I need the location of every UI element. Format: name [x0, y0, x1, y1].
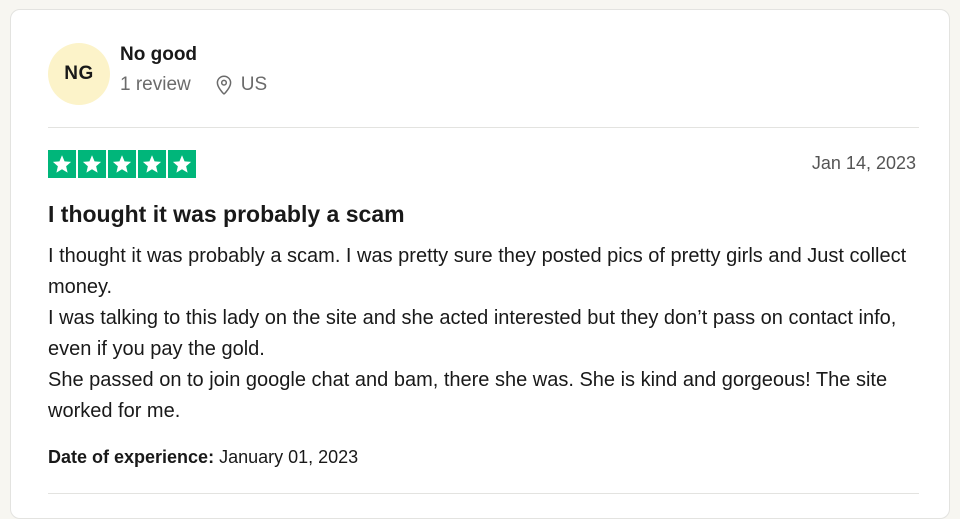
review-card: NG No good 1 review US Jan 14, 2023 I th…: [10, 9, 950, 519]
experience-date: January 01, 2023: [219, 447, 359, 467]
review-body: I thought it was probably a scam. I was …: [48, 241, 928, 427]
country-label: US: [240, 73, 268, 95]
reviewer-meta: 1 review US: [120, 74, 267, 96]
reviewer-header: NG No good 1 review US: [48, 43, 267, 105]
star-icon: [138, 150, 166, 178]
map-pin-icon: [215, 74, 233, 95]
experience-label: Date of experience:: [48, 447, 215, 467]
footer-divider: [48, 493, 919, 494]
review-title[interactable]: I thought it was probably a scam: [48, 201, 405, 228]
star-rating: [48, 150, 196, 178]
avatar[interactable]: NG: [48, 43, 110, 105]
reviewer-name[interactable]: No good: [120, 43, 267, 67]
star-icon: [78, 150, 106, 178]
review-count: 1 review: [120, 73, 191, 95]
star-icon: [108, 150, 136, 178]
date-of-experience: Date of experience: January 01, 2023: [48, 447, 358, 468]
review-paragraph: I thought it was probably a scam. I was …: [48, 245, 907, 298]
reviewer-location: US: [215, 74, 267, 96]
header-divider: [48, 127, 919, 128]
review-date: Jan 14, 2023: [811, 153, 916, 173]
avatar-initials: NG: [64, 63, 94, 84]
star-icon: [48, 150, 76, 178]
reviewer-info: No good 1 review US: [120, 44, 267, 96]
review-paragraph: She passed on to join google chat and ba…: [48, 369, 888, 422]
review-paragraph: I was talking to this lady on the site a…: [48, 307, 897, 360]
star-icon: [168, 150, 196, 178]
